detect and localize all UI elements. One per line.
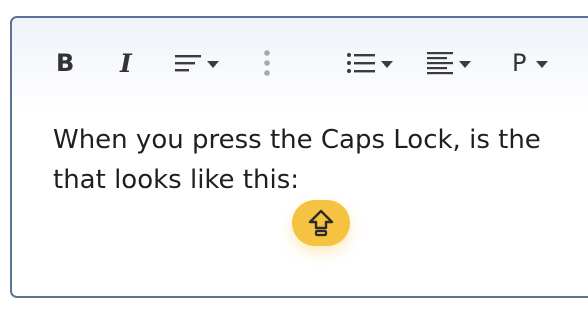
content-line-2: that looks like this:: [53, 165, 300, 195]
text-align-dropdown[interactable]: [174, 48, 219, 78]
caps-lock-icon: [308, 209, 334, 237]
bullet-list-icon: [347, 53, 375, 73]
italic-button-label: I: [120, 48, 132, 78]
bold-button[interactable]: B: [56, 48, 74, 78]
text-editor[interactable]: B I P When you press the Caps Lock, is t…: [10, 16, 588, 298]
chevron-down-icon: [207, 60, 219, 68]
chevron-down-icon: [536, 60, 549, 68]
justify-dropdown[interactable]: [426, 48, 471, 78]
more-options-button[interactable]: [262, 48, 272, 78]
chevron-down-icon: [459, 60, 471, 68]
justify-icon: [427, 52, 453, 75]
content-line-1: When you press the Caps Lock, is the: [53, 125, 541, 155]
bullet-list-dropdown[interactable]: [346, 48, 393, 78]
editor-toolbar: B I P: [12, 18, 588, 110]
editor-content[interactable]: When you press the Caps Lock, is the tha…: [53, 120, 541, 200]
paragraph-format-dropdown[interactable]: P: [512, 48, 549, 78]
bold-button-label: B: [56, 49, 75, 77]
more-vertical-icon: [264, 50, 270, 76]
italic-button[interactable]: I: [120, 48, 132, 78]
align-left-icon: [175, 55, 201, 72]
chevron-down-icon: [381, 60, 393, 68]
caps-lock-badge: [292, 200, 350, 246]
paragraph-format-label: P: [512, 49, 527, 77]
